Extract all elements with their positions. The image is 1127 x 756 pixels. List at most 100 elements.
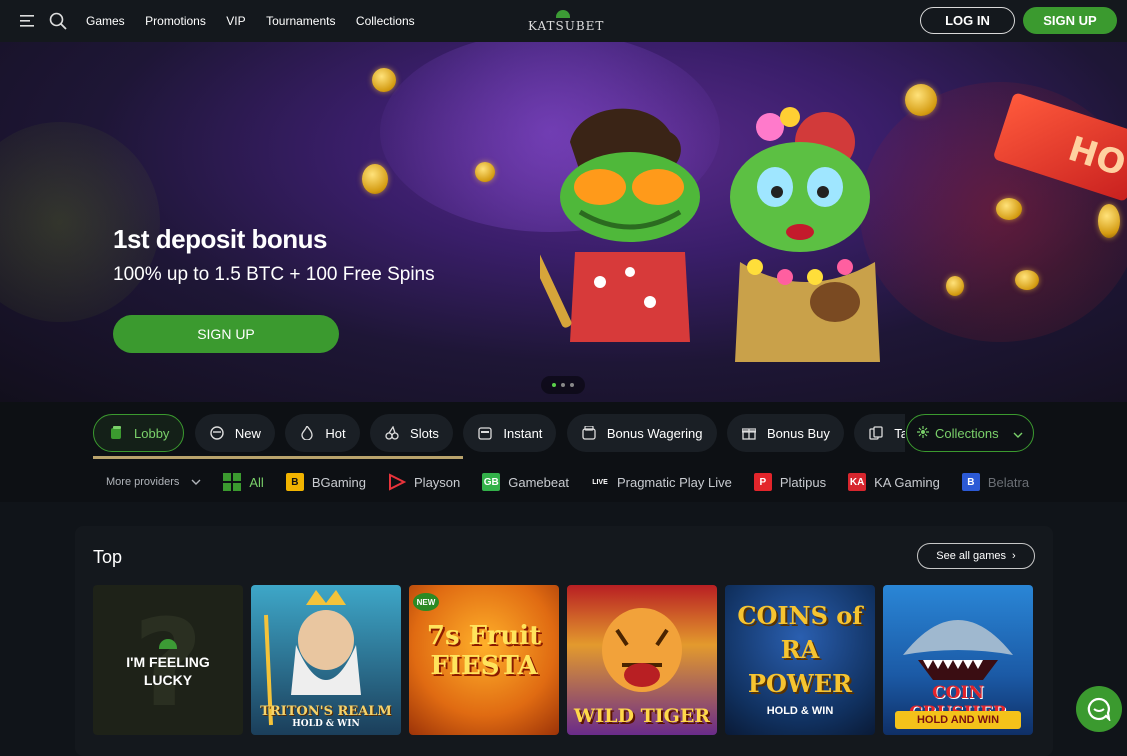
tab-bonus-buy[interactable]: Bonus Buy bbox=[726, 414, 844, 452]
collections-label: Collections bbox=[935, 425, 999, 441]
tab-label: Bonus Wagering bbox=[606, 425, 703, 441]
live-chat-button[interactable] bbox=[1076, 686, 1122, 732]
gold-coin bbox=[946, 276, 964, 296]
gold-coin bbox=[1015, 270, 1039, 290]
more-providers-label: More providers bbox=[106, 476, 180, 488]
logo-text: KATSUBET bbox=[528, 19, 605, 33]
search-icon[interactable] bbox=[48, 11, 68, 31]
slots-icon bbox=[384, 425, 400, 441]
hero-title: 1st deposit bonus bbox=[113, 224, 327, 254]
belatra-logo-icon: B bbox=[961, 473, 980, 491]
more-providers-dropdown[interactable]: More providers bbox=[106, 476, 201, 488]
provider-playson[interactable]: Playson bbox=[388, 473, 460, 491]
game-tile[interactable]: NEW 7s Fruit FIESTA bbox=[409, 585, 559, 735]
instant-icon bbox=[477, 425, 493, 441]
cards-icon bbox=[868, 425, 884, 441]
tab-slots[interactable]: Slots bbox=[370, 414, 453, 452]
carousel-dot[interactable] bbox=[570, 383, 574, 387]
frog-hula-graphic bbox=[730, 107, 880, 362]
collections-icon bbox=[917, 425, 929, 441]
fire-icon bbox=[299, 425, 315, 441]
menu-icon[interactable] bbox=[18, 11, 38, 31]
chevron-right-icon: › bbox=[1012, 550, 1016, 562]
hero-banner[interactable]: HO 1st deposit bonus 100% up to 1.5 BTC … bbox=[0, 42, 1127, 402]
frog-guitarist-graphic bbox=[540, 108, 700, 342]
login-button[interactable]: LOG IN bbox=[920, 7, 1015, 34]
pragmatic-live-logo-icon: LIVE bbox=[592, 478, 608, 486]
carousel-dots bbox=[541, 376, 585, 394]
gold-coin bbox=[362, 164, 388, 194]
provider-gamebeat[interactable]: GB Gamebeat bbox=[482, 473, 569, 491]
provider-belatra[interactable]: B Belatra bbox=[961, 473, 1030, 491]
main-nav: Games Promotions VIP Tournaments Collect… bbox=[78, 12, 415, 30]
provider-filter-bar: More providers All B BGaming Playson GB … bbox=[106, 470, 1036, 494]
collections-dropdown[interactable]: Collections bbox=[906, 414, 1034, 452]
grid-icon bbox=[223, 473, 242, 491]
gold-coin bbox=[905, 84, 937, 116]
carousel-dot[interactable] bbox=[561, 383, 565, 387]
nav-games[interactable]: Games bbox=[86, 14, 125, 28]
hero-signup-button[interactable]: SIGN UP bbox=[113, 315, 339, 353]
see-all-games-button[interactable]: See all games › bbox=[917, 543, 1035, 569]
provider-pragmatic-play-live[interactable]: LIVE Pragmatic Play Live bbox=[591, 473, 732, 491]
hero-subtitle: 100% up to 1.5 BTC + 100 Free Spins bbox=[113, 264, 435, 285]
provider-platipus[interactable]: P Platipus bbox=[753, 473, 826, 491]
gamebeat-logo-icon: GB bbox=[482, 473, 501, 491]
category-bar: Lobby New Hot Slots Instant Bonus Wageri… bbox=[0, 402, 1127, 502]
section-title: Top bbox=[93, 547, 123, 567]
bonus-wagering-icon bbox=[581, 425, 597, 441]
gold-coin bbox=[372, 68, 396, 92]
game-tile[interactable]: COIN CRUSHER HOLD AND WIN bbox=[883, 585, 1033, 735]
game-title: TRITON'S REALM HOLD & WIN bbox=[251, 704, 401, 729]
tab-lobby[interactable]: Lobby bbox=[93, 414, 185, 452]
tab-label: Lobby bbox=[134, 425, 170, 441]
provider-label: Pragmatic Play Live bbox=[616, 474, 732, 490]
carousel-dot[interactable] bbox=[552, 383, 556, 387]
ka-gaming-logo-icon: KA bbox=[848, 473, 867, 491]
provider-label: Belatra bbox=[987, 474, 1030, 490]
provider-label: KA Gaming bbox=[874, 474, 940, 490]
nav-promotions[interactable]: Promotions bbox=[145, 14, 206, 28]
tab-label: Slots bbox=[410, 425, 439, 441]
nav-vip[interactable]: VIP bbox=[226, 14, 245, 28]
nav-collections[interactable]: Collections bbox=[356, 14, 415, 28]
new-icon bbox=[209, 425, 225, 441]
feeling-lucky-tile[interactable]: ? I'M FEELING LUCKY bbox=[93, 585, 243, 735]
game-subtitle-text: HOLD & WIN bbox=[292, 719, 360, 729]
tab-label: Hot bbox=[325, 425, 346, 441]
logo-dome-icon bbox=[556, 10, 570, 18]
provider-label: Playson bbox=[414, 474, 461, 490]
game-subtitle-text: HOLD AND WIN bbox=[895, 711, 1021, 729]
chevron-down-icon bbox=[1013, 426, 1023, 441]
tab-new[interactable]: New bbox=[194, 414, 275, 452]
signup-button[interactable]: SIGN UP bbox=[1023, 7, 1117, 34]
provider-all[interactable]: All bbox=[223, 473, 264, 491]
bgaming-logo-icon: B bbox=[285, 473, 304, 491]
game-tile[interactable]: COINS of RA POWER HOLD & WIN bbox=[725, 585, 875, 735]
gold-coin bbox=[996, 198, 1022, 220]
nav-tournaments[interactable]: Tournaments bbox=[266, 14, 335, 28]
game-tile[interactable]: WILD TIGER bbox=[567, 585, 717, 735]
tab-label: Instant bbox=[503, 425, 543, 441]
lobby-icon bbox=[108, 425, 124, 441]
tab-table-games[interactable]: Table Games bbox=[854, 414, 905, 452]
provider-bgaming[interactable]: B BGaming bbox=[285, 473, 366, 491]
lucky-label-line2: LUCKY bbox=[143, 672, 193, 688]
tab-bonus-wagering[interactable]: Bonus Wagering bbox=[566, 414, 717, 452]
katsubet-logo[interactable]: KATSUBET bbox=[528, 10, 605, 33]
active-tab-underline bbox=[93, 456, 463, 459]
game-title-text: COINS of RA POWER bbox=[737, 601, 863, 698]
tab-label: New bbox=[234, 425, 261, 441]
game-tile[interactable]: TRITON'S REALM HOLD & WIN bbox=[251, 585, 401, 735]
gold-coin bbox=[1098, 204, 1120, 238]
chevron-down-icon bbox=[191, 476, 201, 488]
game-title-text: WILD TIGER bbox=[573, 705, 711, 727]
game-title-text: TRITON'S REALM bbox=[260, 704, 392, 719]
top-games-section: Top See all games › ? I'M FEELING LUCKY … bbox=[75, 526, 1053, 756]
provider-ka-gaming[interactable]: KA KA Gaming bbox=[848, 473, 940, 491]
playson-logo-icon bbox=[388, 473, 407, 491]
tab-label: Table Games bbox=[894, 425, 905, 441]
tab-hot[interactable]: Hot bbox=[285, 414, 360, 452]
see-all-label: See all games bbox=[936, 550, 1007, 562]
tab-instant[interactable]: Instant bbox=[463, 414, 557, 452]
